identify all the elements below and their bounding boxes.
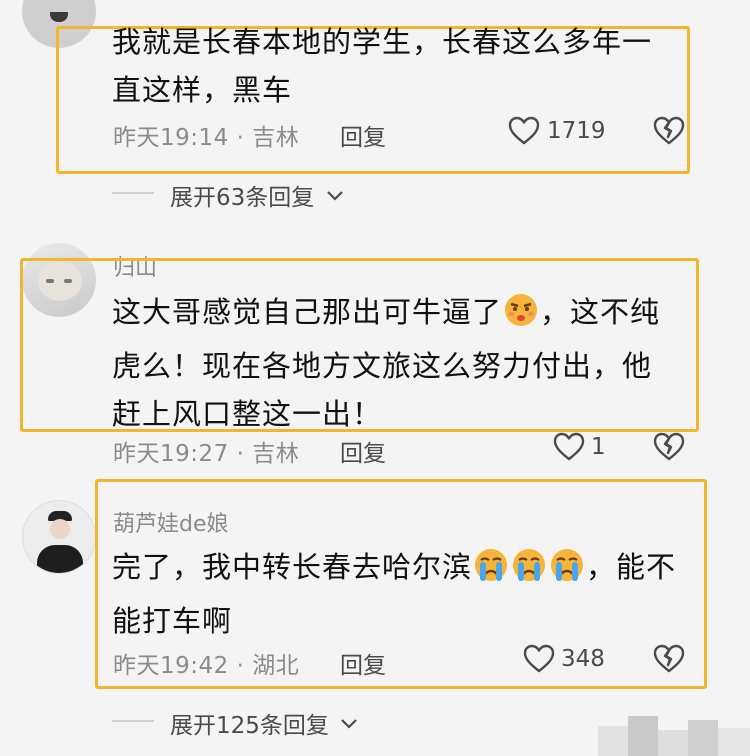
meta-separator: · bbox=[236, 125, 245, 151]
comment-line: 赶上风口整这一出！ bbox=[112, 397, 383, 431]
like-count: 1719 bbox=[547, 118, 606, 144]
like-count: 1 bbox=[591, 434, 606, 460]
heart-icon[interactable] bbox=[553, 432, 585, 466]
comment-line: 能打车啊 bbox=[112, 604, 233, 638]
location: 吉林 bbox=[252, 441, 300, 467]
comment-fragment: 完了，我中转长春去哈尔滨 bbox=[112, 550, 473, 584]
like-count: 348 bbox=[561, 646, 605, 672]
crying-emoji-icon bbox=[549, 547, 585, 597]
broken-heart-icon[interactable] bbox=[653, 116, 685, 150]
mosaic-watermark bbox=[598, 716, 750, 756]
expand-replies-button[interactable]: 展开125条回复 bbox=[170, 706, 358, 740]
timestamp: 昨天19:42 bbox=[113, 653, 229, 679]
expand-replies-button[interactable]: 展开63条回复 bbox=[170, 178, 344, 212]
comment-line: 这大哥感觉自己那出可牛逼了 ，这不纯 bbox=[112, 288, 692, 342]
expand-divider bbox=[112, 192, 154, 194]
expand-label: 展开125条回复 bbox=[170, 713, 329, 739]
comment-line: 虎么！现在各地方文旅这么努力付出，他 bbox=[112, 349, 653, 383]
comment-text: 我就是长春本地的学生，长春这么多年一 直这样，黑车 bbox=[112, 18, 682, 114]
location: 吉林 bbox=[252, 125, 300, 151]
heart-icon[interactable] bbox=[508, 116, 540, 150]
reply-button[interactable]: 回复 bbox=[340, 646, 386, 680]
comment-meta: 昨天19:42 · 湖北 bbox=[113, 646, 299, 680]
meta-separator: · bbox=[236, 653, 245, 679]
timestamp: 昨天19:14 bbox=[113, 125, 229, 151]
chevron-down-icon bbox=[326, 182, 344, 208]
timestamp: 昨天19:27 bbox=[113, 441, 229, 467]
broken-heart-icon[interactable] bbox=[653, 644, 685, 678]
reply-button[interactable]: 回复 bbox=[340, 434, 386, 468]
comment-line: 完了，我中转长春去哈尔滨 ，能不 bbox=[112, 543, 702, 597]
location: 湖北 bbox=[252, 653, 300, 679]
expand-label: 展开63条回复 bbox=[170, 185, 315, 211]
smirk-emoji-icon bbox=[503, 292, 539, 342]
broken-heart-icon[interactable] bbox=[653, 432, 685, 466]
comment-text: 这大哥感觉自己那出可牛逼了 ，这不纯 虎么！现在各地方文旅这么努力付出，他 赶上风… bbox=[112, 288, 692, 438]
comment-line: 我就是长春本地的学生，长春这么多年一 bbox=[112, 25, 653, 59]
avatar[interactable] bbox=[22, 500, 96, 574]
comment-text: 完了，我中转长春去哈尔滨 ，能不 能打车啊 bbox=[112, 543, 702, 645]
expand-divider bbox=[112, 720, 154, 722]
reply-button[interactable]: 回复 bbox=[340, 118, 386, 152]
comment-meta: 昨天19:14 · 吉林 bbox=[113, 118, 299, 152]
comment-meta: 昨天19:27 · 吉林 bbox=[113, 434, 299, 468]
comment-fragment: ，能不 bbox=[586, 550, 677, 584]
chevron-down-icon bbox=[340, 710, 358, 736]
crying-emoji-icon bbox=[511, 547, 547, 597]
comment-fragment: ，这不纯 bbox=[540, 295, 661, 329]
heart-icon[interactable] bbox=[523, 644, 555, 678]
comment-line: 直这样，黑车 bbox=[112, 73, 293, 107]
meta-separator: · bbox=[236, 441, 245, 467]
crying-emoji-icon bbox=[473, 547, 509, 597]
comment-fragment: 这大哥感觉自己那出可牛逼了 bbox=[112, 295, 503, 329]
